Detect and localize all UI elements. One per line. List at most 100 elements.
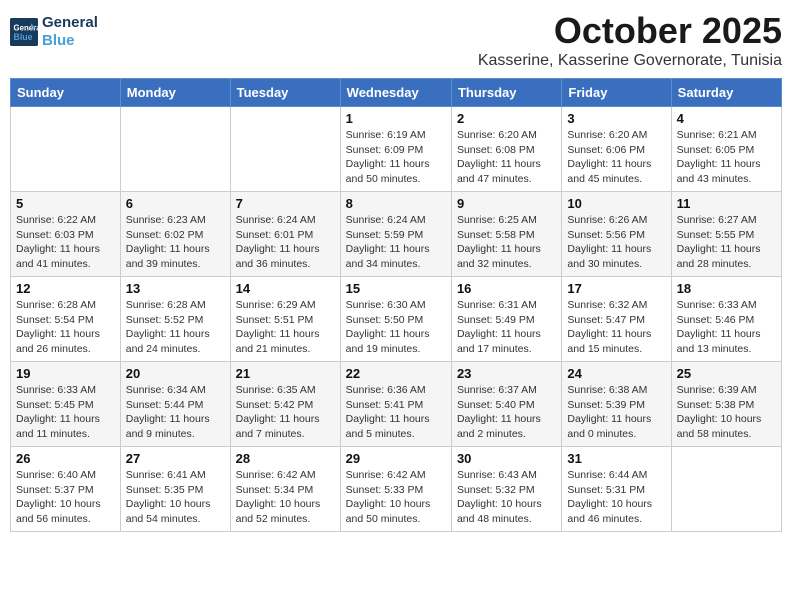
weekday-header-saturday: Saturday: [671, 79, 781, 107]
logo: General Blue General Blue: [10, 14, 98, 50]
day-number: 12: [16, 281, 115, 296]
day-info: Sunrise: 6:43 AMSunset: 5:32 PMDaylight:…: [457, 468, 556, 527]
day-number: 25: [677, 366, 776, 381]
week-row-1: 1Sunrise: 6:19 AMSunset: 6:09 PMDaylight…: [11, 107, 782, 192]
day-number: 3: [567, 111, 665, 126]
day-number: 29: [346, 451, 446, 466]
day-number: 18: [677, 281, 776, 296]
calendar-cell: 30 Sunrise: 6:43 AMSunset: 5:32 PMDayligh…: [451, 447, 561, 532]
calendar-cell: 14 Sunrise: 6:29 AMSunset: 5:51 PMDayligh…: [230, 277, 340, 362]
calendar-cell: 22Sunrise: 6:36 AMSunset: 5:41 PMDayligh…: [340, 362, 451, 447]
week-row-4: 19 Sunrise: 6:33 AMSunset: 5:45 PMDayligh…: [11, 362, 782, 447]
day-number: 21: [236, 366, 335, 381]
day-info: Sunrise: 6:34 AMSunset: 5:44 PMDaylight:…: [126, 383, 225, 442]
calendar-cell: 21 Sunrise: 6:35 AMSunset: 5:42 PMDayligh…: [230, 362, 340, 447]
day-info: Sunrise: 6:20 AMSunset: 6:06 PMDaylight:…: [567, 128, 665, 187]
day-info: Sunrise: 6:31 AMSunset: 5:49 PMDaylight:…: [457, 298, 556, 357]
calendar-cell: 8Sunrise: 6:24 AMSunset: 5:59 PMDaylight…: [340, 192, 451, 277]
svg-text:Blue: Blue: [14, 32, 33, 42]
day-info: Sunrise: 6:19 AMSunset: 6:09 PMDaylight:…: [346, 128, 446, 187]
calendar-cell: 15 Sunrise: 6:30 AMSunset: 5:50 PMDayligh…: [340, 277, 451, 362]
calendar-cell: 24 Sunrise: 6:38 AMSunset: 5:39 PMDayligh…: [562, 362, 671, 447]
calendar-cell: 9 Sunrise: 6:25 AMSunset: 5:58 PMDaylight…: [451, 192, 561, 277]
day-number: 28: [236, 451, 335, 466]
day-info: Sunrise: 6:29 AMSunset: 5:51 PMDaylight:…: [236, 298, 335, 357]
day-number: 2: [457, 111, 556, 126]
calendar-cell: 7 Sunrise: 6:24 AMSunset: 6:01 PMDaylight…: [230, 192, 340, 277]
day-number: 24: [567, 366, 665, 381]
calendar-cell: 6Sunrise: 6:23 AMSunset: 6:02 PMDaylight…: [120, 192, 230, 277]
day-number: 27: [126, 451, 225, 466]
calendar-cell: 18 Sunrise: 6:33 AMSunset: 5:46 PMDayligh…: [671, 277, 781, 362]
weekday-header-monday: Monday: [120, 79, 230, 107]
logo-blue: Blue: [42, 32, 98, 50]
day-info: Sunrise: 6:30 AMSunset: 5:50 PMDaylight:…: [346, 298, 446, 357]
logo-icon: General Blue: [10, 18, 38, 46]
day-number: 15: [346, 281, 446, 296]
day-info: Sunrise: 6:24 AMSunset: 6:01 PMDaylight:…: [236, 213, 335, 272]
day-number: 30: [457, 451, 556, 466]
weekday-header-wednesday: Wednesday: [340, 79, 451, 107]
day-number: 9: [457, 196, 556, 211]
calendar-cell: 31Sunrise: 6:44 AMSunset: 5:31 PMDayligh…: [562, 447, 671, 532]
calendar-cell: [120, 107, 230, 192]
week-row-3: 12 Sunrise: 6:28 AMSunset: 5:54 PMDayligh…: [11, 277, 782, 362]
day-info: Sunrise: 6:33 AMSunset: 5:45 PMDaylight:…: [16, 383, 115, 442]
day-info: Sunrise: 6:41 AMSunset: 5:35 PMDaylight:…: [126, 468, 225, 527]
weekday-header-row: SundayMondayTuesdayWednesdayThursdayFrid…: [11, 79, 782, 107]
title-area: October 2025 Kasserine, Kasserine Govern…: [478, 10, 782, 70]
day-info: Sunrise: 6:37 AMSunset: 5:40 PMDaylight:…: [457, 383, 556, 442]
calendar-cell: 27 Sunrise: 6:41 AMSunset: 5:35 PMDayligh…: [120, 447, 230, 532]
calendar-cell: 3 Sunrise: 6:20 AMSunset: 6:06 PMDaylight…: [562, 107, 671, 192]
day-info: Sunrise: 6:22 AMSunset: 6:03 PMDaylight:…: [16, 213, 115, 272]
calendar-cell: 20 Sunrise: 6:34 AMSunset: 5:44 PMDayligh…: [120, 362, 230, 447]
calendar-cell: 11Sunrise: 6:27 AMSunset: 5:55 PMDayligh…: [671, 192, 781, 277]
calendar-cell: 23 Sunrise: 6:37 AMSunset: 5:40 PMDayligh…: [451, 362, 561, 447]
day-number: 19: [16, 366, 115, 381]
day-info: Sunrise: 6:25 AMSunset: 5:58 PMDaylight:…: [457, 213, 556, 272]
day-info: Sunrise: 6:42 AMSunset: 5:33 PMDaylight:…: [346, 468, 446, 527]
day-info: Sunrise: 6:33 AMSunset: 5:46 PMDaylight:…: [677, 298, 776, 357]
day-number: 31: [567, 451, 665, 466]
day-number: 26: [16, 451, 115, 466]
day-info: Sunrise: 6:20 AMSunset: 6:08 PMDaylight:…: [457, 128, 556, 187]
day-number: 23: [457, 366, 556, 381]
day-number: 8: [346, 196, 446, 211]
calendar-cell: 17Sunrise: 6:32 AMSunset: 5:47 PMDayligh…: [562, 277, 671, 362]
location-title: Kasserine, Kasserine Governorate, Tunisi…: [478, 52, 782, 70]
calendar-table: SundayMondayTuesdayWednesdayThursdayFrid…: [10, 78, 782, 532]
calendar-cell: 5 Sunrise: 6:22 AMSunset: 6:03 PMDaylight…: [11, 192, 121, 277]
calendar-cell: 26Sunrise: 6:40 AMSunset: 5:37 PMDayligh…: [11, 447, 121, 532]
calendar-cell: 28Sunrise: 6:42 AMSunset: 5:34 PMDayligh…: [230, 447, 340, 532]
day-number: 20: [126, 366, 225, 381]
day-info: Sunrise: 6:38 AMSunset: 5:39 PMDaylight:…: [567, 383, 665, 442]
calendar-cell: 10 Sunrise: 6:26 AMSunset: 5:56 PMDayligh…: [562, 192, 671, 277]
day-info: Sunrise: 6:39 AMSunset: 5:38 PMDaylight:…: [677, 383, 776, 442]
day-number: 10: [567, 196, 665, 211]
calendar-cell: 13 Sunrise: 6:28 AMSunset: 5:52 PMDayligh…: [120, 277, 230, 362]
calendar-cell: 12 Sunrise: 6:28 AMSunset: 5:54 PMDayligh…: [11, 277, 121, 362]
day-info: Sunrise: 6:28 AMSunset: 5:54 PMDaylight:…: [16, 298, 115, 357]
day-info: Sunrise: 6:28 AMSunset: 5:52 PMDaylight:…: [126, 298, 225, 357]
weekday-header-thursday: Thursday: [451, 79, 561, 107]
day-number: 5: [16, 196, 115, 211]
page-header: General Blue General Blue October 2025 K…: [10, 10, 782, 70]
calendar-cell: 4Sunrise: 6:21 AMSunset: 6:05 PMDaylight…: [671, 107, 781, 192]
weekday-header-sunday: Sunday: [11, 79, 121, 107]
day-info: Sunrise: 6:35 AMSunset: 5:42 PMDaylight:…: [236, 383, 335, 442]
day-number: 6: [126, 196, 225, 211]
day-number: 16: [457, 281, 556, 296]
day-number: 13: [126, 281, 225, 296]
week-row-2: 5 Sunrise: 6:22 AMSunset: 6:03 PMDaylight…: [11, 192, 782, 277]
weekday-header-tuesday: Tuesday: [230, 79, 340, 107]
logo-general: General: [42, 14, 98, 32]
week-row-5: 26Sunrise: 6:40 AMSunset: 5:37 PMDayligh…: [11, 447, 782, 532]
day-info: Sunrise: 6:26 AMSunset: 5:56 PMDaylight:…: [567, 213, 665, 272]
calendar-cell: 25 Sunrise: 6:39 AMSunset: 5:38 PMDayligh…: [671, 362, 781, 447]
calendar-cell: 2 Sunrise: 6:20 AMSunset: 6:08 PMDaylight…: [451, 107, 561, 192]
day-number: 22: [346, 366, 446, 381]
calendar-cell: 19 Sunrise: 6:33 AMSunset: 5:45 PMDayligh…: [11, 362, 121, 447]
day-number: 14: [236, 281, 335, 296]
day-number: 7: [236, 196, 335, 211]
calendar-cell: [230, 107, 340, 192]
